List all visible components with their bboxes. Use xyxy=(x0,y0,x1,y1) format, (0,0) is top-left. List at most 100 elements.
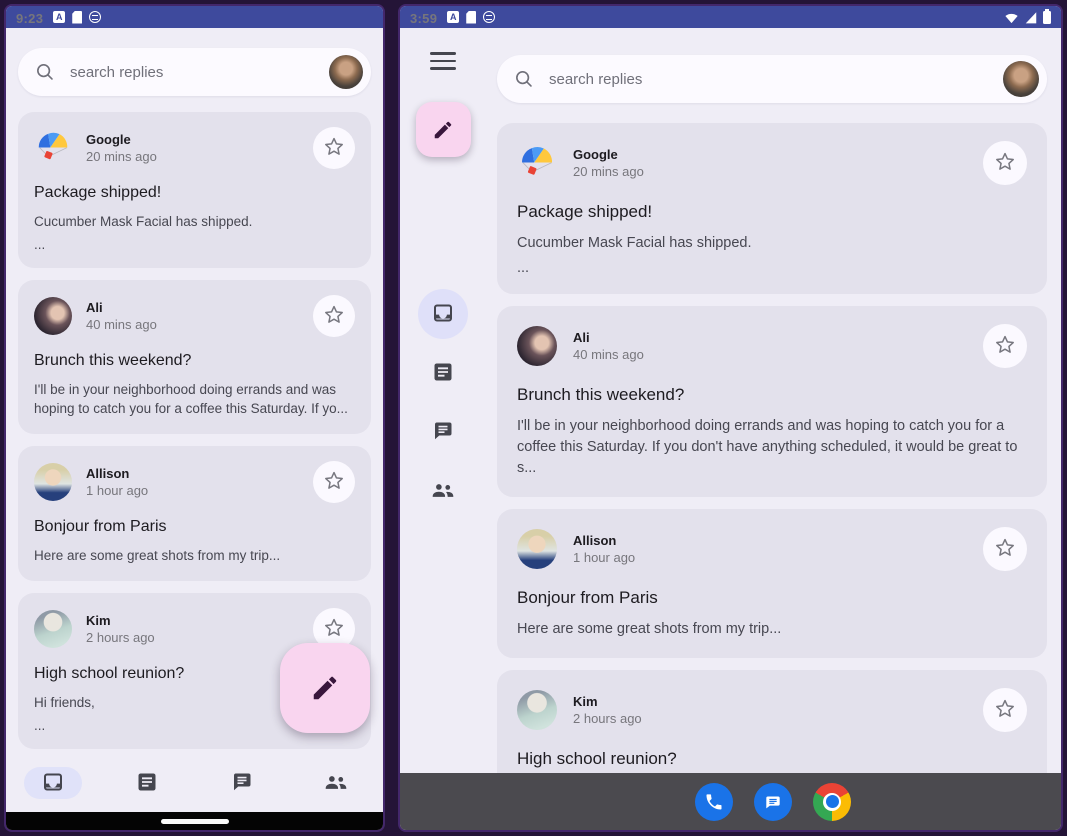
sender-name: Ali xyxy=(573,330,983,345)
sender-avatar xyxy=(34,129,72,167)
email-card-google[interactable]: Google 20 mins ago Package shipped! Cucu… xyxy=(497,123,1047,294)
search-bar[interactable] xyxy=(497,55,1047,103)
sender-avatar xyxy=(517,529,557,569)
messages-app-icon[interactable] xyxy=(754,783,792,821)
email-card-allison[interactable]: Allison 1 hour ago Bonjour from Paris He… xyxy=(497,509,1047,658)
email-time: 20 mins ago xyxy=(573,164,983,179)
search-input[interactable] xyxy=(70,64,329,81)
email-time: 1 hour ago xyxy=(86,483,313,498)
rail-item-groups[interactable] xyxy=(418,466,468,516)
nav-item-articles[interactable] xyxy=(100,754,194,812)
email-preview: I'll be in your neighborhood doing erran… xyxy=(517,416,1027,479)
compose-fab[interactable] xyxy=(416,102,471,157)
profile-avatar[interactable] xyxy=(1003,61,1039,97)
star-icon xyxy=(993,150,1017,174)
email-preview: Here are some great shots from my trip..… xyxy=(34,546,355,565)
data-saver-icon xyxy=(89,11,101,23)
sender-name: Kim xyxy=(573,694,983,709)
search-icon xyxy=(513,68,535,90)
email-card-ali[interactable]: Ali 40 mins ago Brunch this weekend? I'l… xyxy=(18,280,371,434)
star-icon xyxy=(993,536,1017,560)
favorite-button[interactable] xyxy=(983,324,1027,368)
status-clock: 3:59 xyxy=(410,11,437,26)
favorite-button[interactable] xyxy=(983,688,1027,732)
email-card-kim[interactable]: Kim 2 hours ago High school reunion? Hi … xyxy=(497,670,1047,773)
chat-icon xyxy=(230,770,254,794)
email-card-google[interactable]: Google 20 mins ago Package shipped! Cucu… xyxy=(18,112,371,268)
navigation-rail xyxy=(400,28,486,773)
status-notification-icons: A xyxy=(447,11,495,24)
email-card-ali[interactable]: Ali 40 mins ago Brunch this weekend? I'l… xyxy=(497,306,1047,497)
star-icon xyxy=(322,303,346,327)
desktop-background: 9:23 A xyxy=(0,0,1067,836)
status-system-icons xyxy=(1004,11,1051,24)
status-notification-icons: A xyxy=(53,11,101,24)
phone-screen: 9:23 A xyxy=(4,4,385,832)
google-parachute-avatar xyxy=(517,143,557,183)
email-preview: I'll be in your neighborhood doing erran… xyxy=(34,380,355,418)
chrome-app-icon[interactable] xyxy=(813,783,851,821)
search-input[interactable] xyxy=(549,71,1003,88)
groups-icon xyxy=(323,769,349,795)
favorite-button[interactable] xyxy=(313,127,355,169)
email-time: 2 hours ago xyxy=(86,630,313,645)
favorite-button[interactable] xyxy=(983,141,1027,185)
article-icon xyxy=(135,770,159,794)
nav-item-groups[interactable] xyxy=(289,754,383,812)
search-bar[interactable] xyxy=(18,48,371,96)
bottom-navigation xyxy=(6,754,383,812)
star-icon xyxy=(322,616,346,640)
app-notification-icon: A xyxy=(447,11,459,23)
inbox-icon xyxy=(41,770,65,794)
email-subject: Bonjour from Paris xyxy=(34,518,355,536)
sender-avatar xyxy=(34,297,72,335)
email-ellipsis: ... xyxy=(517,260,1027,276)
google-parachute-avatar xyxy=(34,129,72,167)
gesture-bar xyxy=(6,812,383,830)
favorite-button[interactable] xyxy=(313,295,355,337)
sender-avatar xyxy=(517,690,557,730)
tablet-status-bar: 3:59 A xyxy=(400,6,1061,28)
battery-icon xyxy=(1043,11,1051,24)
nav-item-chat[interactable] xyxy=(195,754,289,812)
signal-icon xyxy=(1024,11,1038,24)
email-subject: Brunch this weekend? xyxy=(517,385,1027,405)
groups-icon xyxy=(430,477,456,503)
edit-pencil-icon xyxy=(310,673,340,703)
sender-avatar xyxy=(34,610,72,648)
status-clock: 9:23 xyxy=(16,11,43,26)
favorite-button[interactable] xyxy=(313,461,355,503)
phone-app-icon[interactable] xyxy=(695,783,733,821)
selected-pill xyxy=(24,767,82,799)
email-time: 1 hour ago xyxy=(573,550,983,565)
gesture-handle[interactable] xyxy=(161,819,229,824)
rail-item-articles[interactable] xyxy=(418,348,468,398)
email-subject: Package shipped! xyxy=(517,202,1027,222)
favorite-button[interactable] xyxy=(983,527,1027,571)
email-preview: Cucumber Mask Facial has shipped. xyxy=(34,212,355,231)
sender-avatar xyxy=(517,143,557,183)
email-subject: High school reunion? xyxy=(517,749,1027,769)
phone-handset-icon xyxy=(704,792,724,812)
data-saver-icon xyxy=(483,11,495,23)
edit-pencil-icon xyxy=(432,119,454,141)
email-time: 40 mins ago xyxy=(573,347,983,362)
rail-item-inbox[interactable] xyxy=(418,289,468,339)
rail-item-chat[interactable] xyxy=(418,407,468,457)
sender-avatar xyxy=(517,326,557,366)
email-subject: Brunch this weekend? xyxy=(34,352,355,370)
email-card-allison[interactable]: Allison 1 hour ago Bonjour from Paris He… xyxy=(18,446,371,581)
star-icon xyxy=(322,469,346,493)
phone-status-bar: 9:23 A xyxy=(6,6,383,28)
compose-fab[interactable] xyxy=(280,643,370,733)
profile-avatar[interactable] xyxy=(329,55,363,89)
menu-button[interactable] xyxy=(423,48,463,74)
sender-name: Allison xyxy=(86,466,313,481)
star-icon xyxy=(322,135,346,159)
nav-item-inbox[interactable] xyxy=(6,754,100,812)
email-preview: Cucumber Mask Facial has shipped. xyxy=(517,233,1027,254)
tablet-screen: 3:59 A xyxy=(398,4,1063,832)
sender-name: Allison xyxy=(573,533,983,548)
sender-name: Google xyxy=(573,147,983,162)
email-subject: Bonjour from Paris xyxy=(517,588,1027,608)
